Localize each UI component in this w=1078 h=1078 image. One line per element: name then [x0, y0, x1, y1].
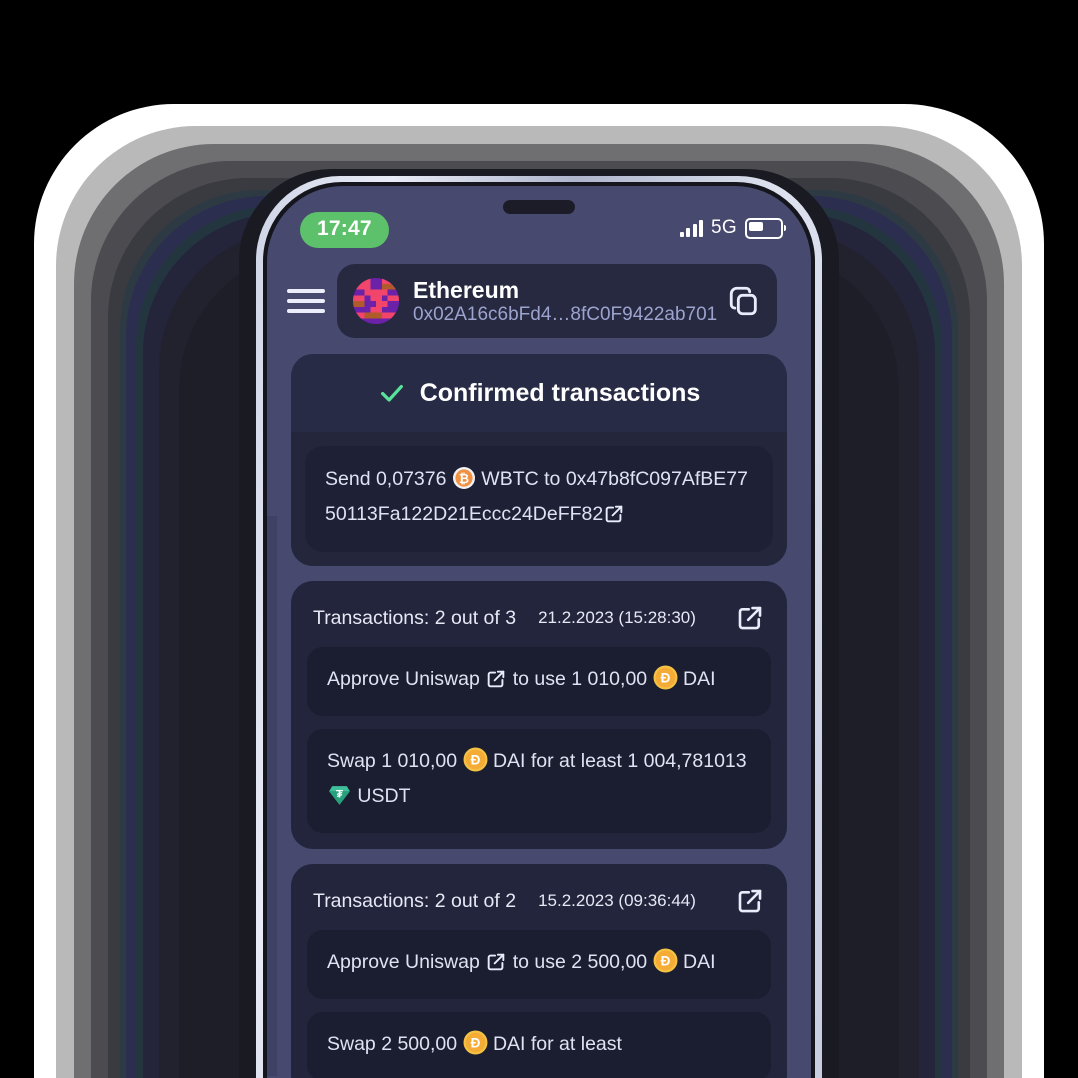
wbtc-symbol: WBTC: [481, 468, 539, 490]
transaction-text-segment: to use 1 010,00: [512, 668, 648, 690]
hamburger-menu-icon[interactable]: [287, 289, 325, 313]
confirmed-title: Confirmed transactions: [419, 378, 701, 407]
confirmed-body: Send 0,07376 ₿ WBTC to 0x47b8fC097AfBE77…: [291, 432, 787, 566]
transaction-text-segment: DAI: [682, 668, 716, 690]
transaction-group: Transactions: 2 out of 3 21.2.2023 (15:28…: [291, 581, 787, 849]
external-link-icon[interactable]: [603, 503, 625, 534]
checkmark-icon: [380, 384, 403, 402]
svg-text:Đ: Đ: [470, 753, 480, 768]
send-middle: to: [544, 468, 561, 490]
transaction-text-segment: to use 2 500,00: [512, 951, 648, 973]
transaction-count-label: Transactions: 2 out of 2: [313, 889, 517, 912]
svg-text:Đ: Đ: [470, 1036, 480, 1051]
network-label: 5G: [711, 217, 737, 238]
blockie-avatar-icon: [353, 278, 399, 324]
transaction-text-segment: USDT: [357, 785, 411, 807]
send-prefix: Send 0,07376: [325, 468, 447, 490]
external-link-icon[interactable]: [485, 668, 507, 699]
phone-screen: 17:47 5G Ethereum 0x02A16c6bFd4…8fC0F942…: [267, 186, 811, 1078]
transaction-count-label: Transactions: 2 out of 3: [313, 606, 517, 629]
external-link-icon[interactable]: [735, 603, 765, 633]
transaction-text-segment: Approve Uniswap: [327, 668, 480, 690]
account-info: Ethereum 0x02A16c6bFd4…8fC0F9422ab701: [413, 277, 721, 326]
transaction-date: 21.2.2023 (15:28:30): [538, 608, 696, 627]
svg-text:Đ: Đ: [660, 954, 670, 969]
svg-text:Đ: Đ: [660, 671, 670, 686]
dai-icon: Đ: [463, 747, 488, 781]
status-indicators: 5G: [679, 217, 786, 239]
transaction-group-header: Transactions: 2 out of 3 21.2.2023 (15:28…: [307, 597, 771, 647]
transaction-row-text: Swap 2 500,00 Đ DAI for at least: [327, 1029, 751, 1064]
transaction-text-segment: Swap 2 500,00: [327, 1033, 458, 1055]
screenshot-stage: 17:47 5G Ethereum 0x02A16c6bFd4…8fC0F942…: [0, 0, 1078, 1078]
wbtc-icon: ₿: [452, 466, 476, 499]
account-card[interactable]: Ethereum 0x02A16c6bFd4…8fC0F9422ab701: [337, 264, 777, 338]
transaction-group-header: Transactions: 2 out of 2 15.2.2023 (09:36…: [307, 880, 771, 930]
transaction-row[interactable]: Swap 2 500,00 Đ DAI for at least: [307, 1012, 771, 1078]
transaction-text-segment: Swap 1 010,00: [327, 750, 458, 772]
transaction-text-segment: Approve Uniswap: [327, 951, 480, 973]
confirmed-transactions-card: Confirmed transactions Send 0,07376 ₿ WB…: [291, 354, 787, 566]
confirmed-entry[interactable]: Send 0,07376 ₿ WBTC to 0x47b8fC097AfBE77…: [305, 446, 773, 552]
account-name: Ethereum: [413, 276, 520, 303]
dai-icon: Đ: [653, 948, 678, 982]
transaction-text-segment: DAI for at least: [492, 1033, 622, 1055]
transaction-row-text: Approve Uniswap to use 2 500,00 Đ DAI: [327, 947, 751, 982]
status-time: 17:47: [300, 212, 389, 248]
transaction-date: 15.2.2023 (09:36:44): [538, 891, 696, 910]
transaction-row[interactable]: Approve Uniswap to use 1 010,00 Đ DAI: [307, 647, 771, 716]
transaction-row-text: Approve Uniswap to use 1 010,00 Đ DAI: [327, 664, 751, 699]
dai-icon: Đ: [653, 665, 678, 699]
external-link-icon[interactable]: [485, 951, 507, 982]
battery-icon: [745, 217, 786, 239]
transaction-text-segment: DAI for at least 1 004,781013: [492, 750, 747, 772]
transaction-row[interactable]: Swap 1 010,00 Đ DAI for at least 1 004,7…: [307, 729, 771, 833]
copy-icon[interactable]: [727, 284, 761, 318]
signal-bars-icon: [679, 219, 704, 237]
transaction-row[interactable]: Approve Uniswap to use 2 500,00 Đ DAI: [307, 930, 771, 999]
external-link-icon[interactable]: [735, 886, 765, 916]
account-header: Ethereum 0x02A16c6bFd4…8fC0F9422ab701: [267, 264, 811, 338]
account-address: 0x02A16c6bFd4…8fC0F9422ab701: [413, 303, 718, 325]
dai-icon: Đ: [463, 1030, 488, 1064]
scroll-indicator[interactable]: [267, 516, 277, 1076]
confirmed-header: Confirmed transactions: [291, 354, 787, 432]
svg-text:₮: ₮: [336, 789, 343, 801]
svg-text:₿: ₿: [459, 472, 469, 486]
transaction-row-text: Swap 1 010,00 Đ DAI for at least 1 004,7…: [327, 746, 751, 816]
usdt-icon: ₮: [327, 782, 352, 816]
transaction-group: Transactions: 2 out of 2 15.2.2023 (09:36…: [291, 864, 787, 1078]
status-bar: 17:47 5G: [267, 212, 811, 252]
confirmed-entry-text: Send 0,07376 ₿ WBTC to 0x47b8fC097AfBE77…: [325, 464, 753, 534]
transaction-text-segment: DAI: [682, 951, 716, 973]
